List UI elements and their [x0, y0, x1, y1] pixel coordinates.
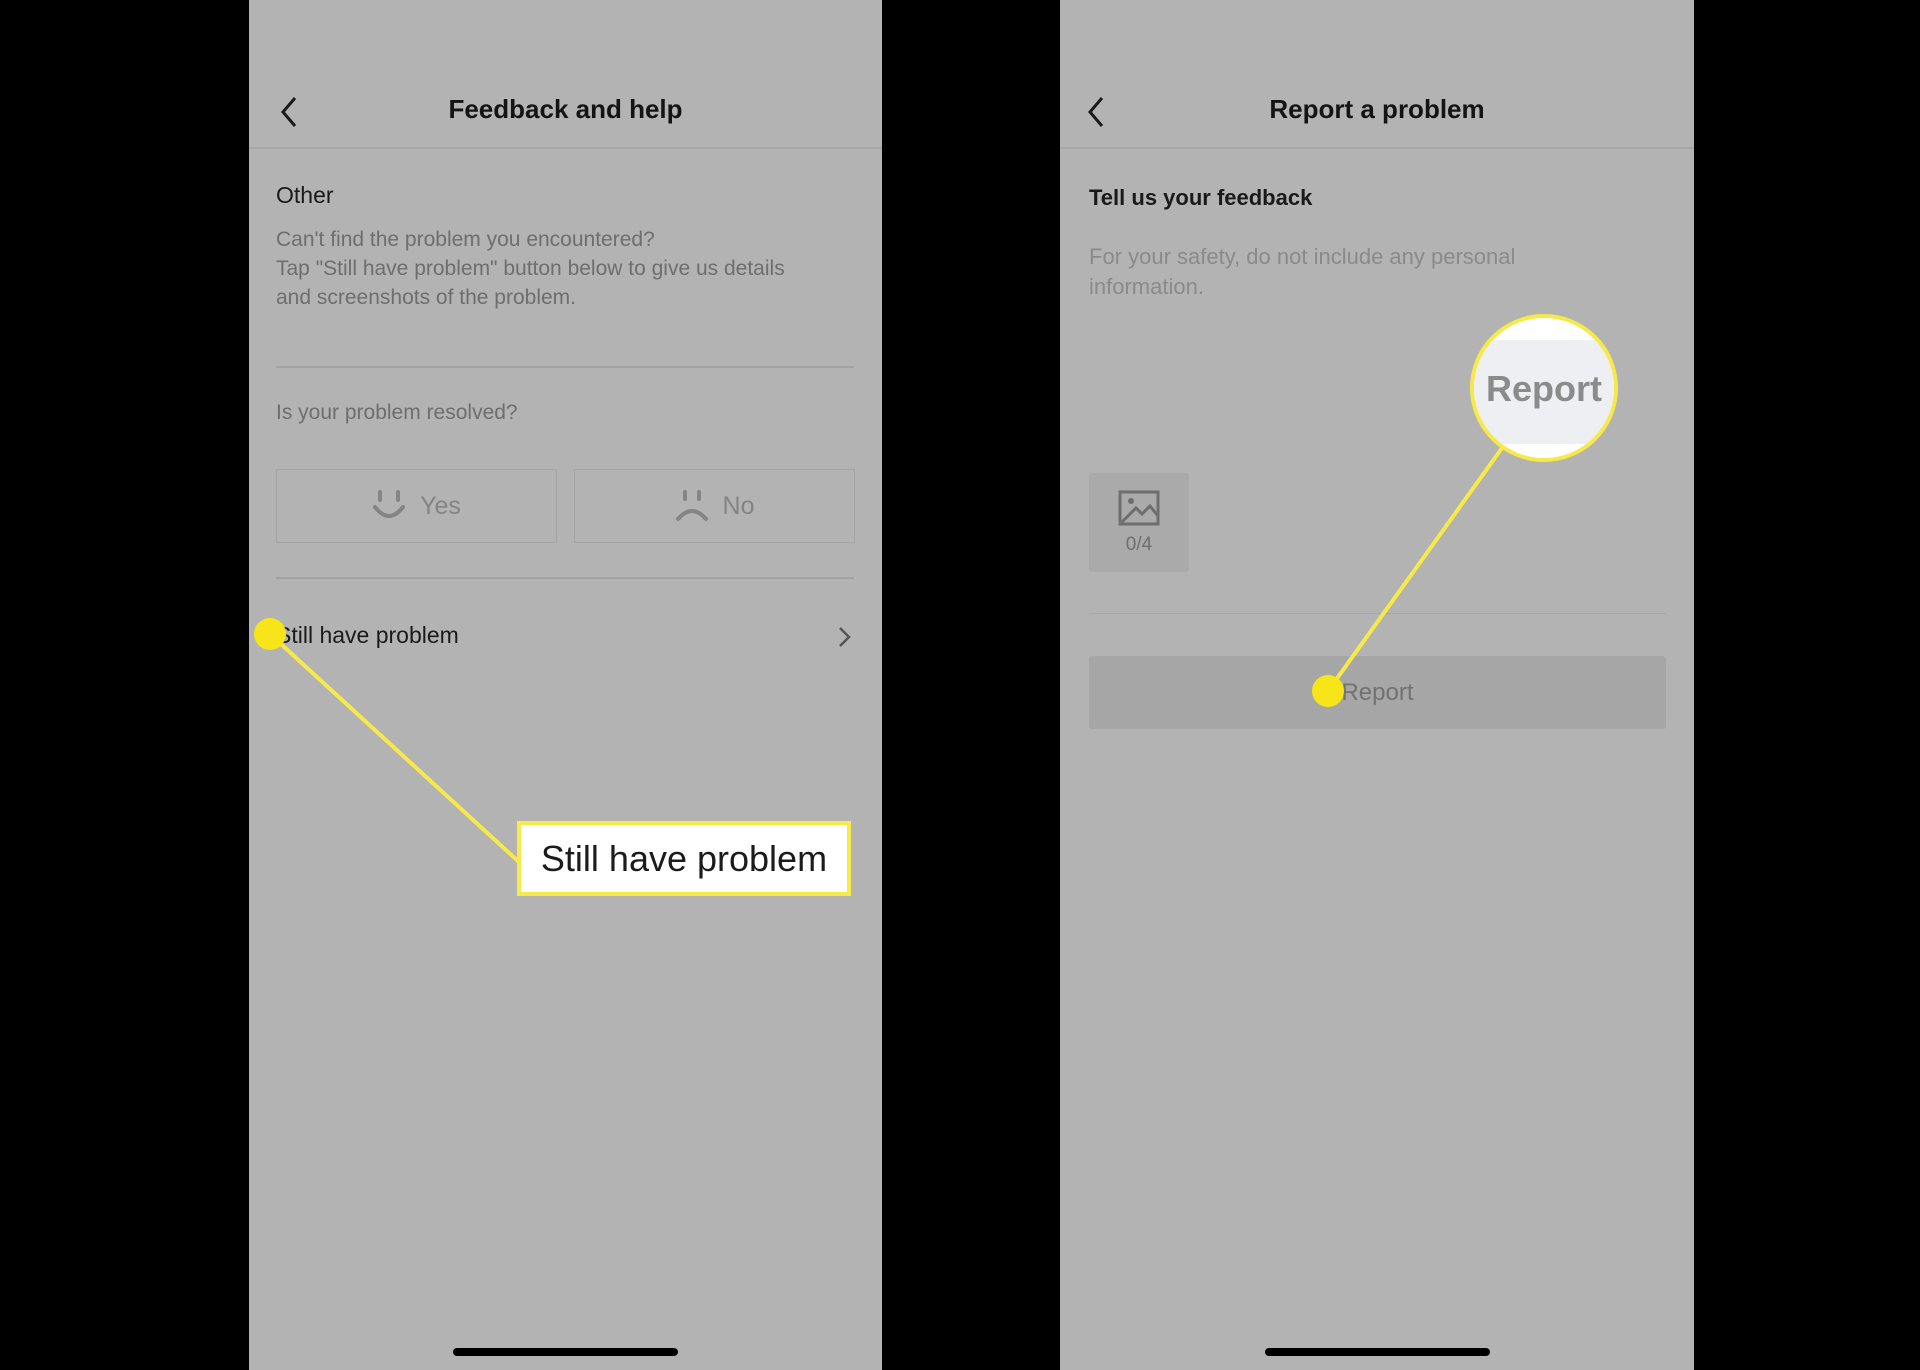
annotation-lines [268, 446, 1504, 864]
magnifier-label: Report [1486, 368, 1602, 409]
callout-label: Still have problem [540, 837, 828, 879]
tap-indicator-dot [254, 618, 286, 650]
magnifier-callout: Report [1470, 314, 1618, 462]
callout-leader-line [268, 632, 521, 864]
tap-indicator-dot [1312, 675, 1344, 707]
callout-label-box: Still have problem [517, 821, 851, 896]
magnifier-leader-line [1326, 446, 1504, 693]
